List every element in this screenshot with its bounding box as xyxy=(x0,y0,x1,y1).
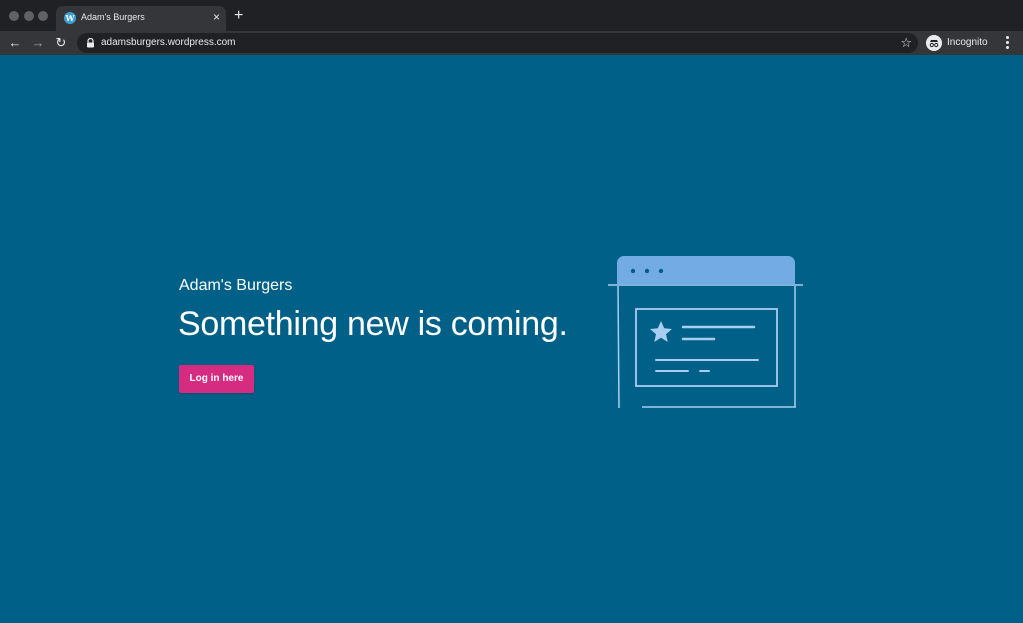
window-zoom-dot[interactable] xyxy=(38,11,48,21)
login-button[interactable]: Log in here xyxy=(179,365,254,393)
tab-title: Adam's Burgers xyxy=(81,12,145,22)
site-name: Adam's Burgers xyxy=(179,277,293,294)
incognito-icon xyxy=(926,35,942,51)
window-minimize-dot[interactable] xyxy=(24,11,34,21)
coming-soon-page: Adam's Burgers Something new is coming. … xyxy=(0,55,1023,623)
incognito-profile-button[interactable]: Incognito xyxy=(922,32,996,54)
url-text[interactable]: adamsburgers.wordpress.com xyxy=(101,37,236,48)
address-bar[interactable]: adamsburgers.wordpress.com ☆ xyxy=(77,33,918,53)
browser-tab[interactable]: W Adam's Burgers × xyxy=(56,6,226,31)
browser-window-illustration xyxy=(608,256,803,409)
browser-toolbar: ← → ↻ adamsburgers.wordpress.com ☆ Incog… xyxy=(0,31,1023,55)
browser-titlebar: W Adam's Burgers × + xyxy=(0,0,1023,31)
reload-icon[interactable]: ↻ xyxy=(52,34,70,52)
incognito-label: Incognito xyxy=(947,37,988,48)
back-arrow-icon[interactable]: ← xyxy=(6,34,24,52)
window-close-dot[interactable] xyxy=(9,11,19,21)
lock-icon xyxy=(87,38,94,48)
more-vert-icon[interactable] xyxy=(1002,35,1012,51)
close-icon[interactable]: × xyxy=(213,10,220,24)
star-outline-icon[interactable]: ☆ xyxy=(900,35,912,50)
page-headline: Something new is coming. xyxy=(178,305,568,343)
forward-arrow-icon[interactable]: → xyxy=(29,34,47,52)
wordpress-favicon-icon: W xyxy=(64,12,76,24)
plus-icon[interactable]: + xyxy=(234,7,243,25)
star-icon xyxy=(650,321,672,342)
